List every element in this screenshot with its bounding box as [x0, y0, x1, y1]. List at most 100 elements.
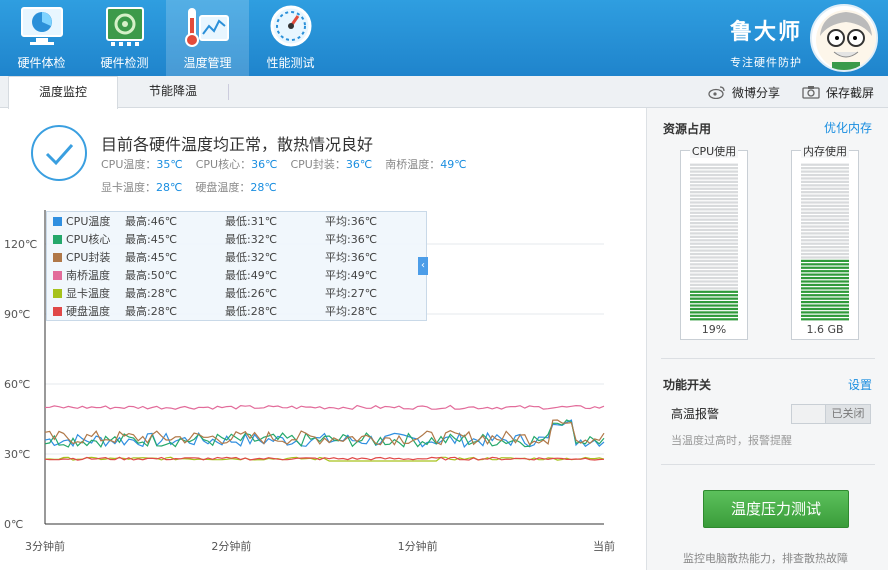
nav-label: 性能测试: [266, 56, 315, 70]
mascot-avatar[interactable]: [810, 4, 878, 72]
optimize-memory-link[interactable]: 优化内存: [824, 119, 872, 136]
gauge-segment: [801, 263, 849, 266]
nav-temperature-management[interactable]: 温度管理: [166, 0, 249, 76]
legend-max: 最高:45℃: [125, 251, 178, 264]
y-tick-label: 0℃: [4, 518, 23, 531]
gauge-segment: [801, 201, 849, 204]
nav-hardware-checkup[interactable]: 硬件体检: [0, 0, 83, 76]
legend-row: 南桥温度 最高:50℃ 最低:49℃ 平均:49℃: [53, 266, 423, 284]
gauge-segment: [801, 191, 849, 194]
gauge-segment: [690, 232, 738, 235]
legend-name: 硬盘温度: [66, 305, 110, 318]
legend-swatch: [53, 216, 62, 226]
legend-swatch: [53, 252, 62, 262]
gauge-segment: [801, 242, 849, 245]
gauge-segment: [690, 191, 738, 194]
gauge-segment: [690, 208, 738, 211]
reading-value: 28℃: [156, 181, 183, 194]
gauge-segment: [801, 252, 849, 256]
brand: 鲁大师 专注硬件防护: [730, 14, 802, 70]
thermometer-icon: [184, 8, 229, 47]
y-tick-label: 30℃: [4, 448, 30, 461]
gauge-segment: [801, 163, 849, 166]
header: 硬件体检 硬件检测 温度管理 性能测试 鲁大师 专注硬件防护: [0, 0, 888, 76]
high-temp-alarm-toggle[interactable]: 已关闭: [791, 404, 871, 424]
mascot-icon: [816, 10, 876, 70]
gauge-segment: [690, 259, 738, 262]
nav-performance-test[interactable]: 性能测试: [249, 0, 332, 76]
panel-divider: [661, 358, 875, 359]
gauge-segment: [801, 314, 849, 317]
legend-name: CPU核心: [66, 233, 111, 246]
legend-avg: 平均:49℃: [325, 269, 378, 282]
gauge-segment: [690, 235, 738, 238]
reading-label: CPU封装：: [290, 158, 346, 171]
tab-energy-saving[interactable]: 节能降温: [118, 76, 228, 108]
legend-avg: 平均:36℃: [325, 251, 378, 264]
legend-max: 最高:45℃: [125, 233, 178, 246]
settings-link[interactable]: 设置: [848, 376, 872, 393]
reading-cpu-temp: CPU温度：35℃: [101, 156, 183, 172]
cpu-usage-label: CPU使用: [689, 145, 739, 158]
gauge-segment: [801, 300, 849, 304]
chart-legend: CPU温度 最高:46℃ 最低:31℃ 平均:36℃ CPU核心 最高:45℃ 最低:32℃…: [46, 211, 427, 321]
tab-divider: [228, 84, 229, 100]
gauge-segment: [690, 252, 738, 256]
high-temp-alarm-label: 高温报警: [671, 407, 720, 421]
reading-gpu-temp: 显卡温度：28℃: [101, 179, 182, 195]
legend-min: 最低:31℃: [225, 215, 278, 228]
collapse-legend-button[interactable]: ‹: [418, 257, 428, 275]
reading-value: 36℃: [251, 158, 278, 171]
gauge-segment: [690, 218, 738, 221]
gauge-segment: [690, 318, 738, 321]
functions-title: 功能开关: [663, 378, 712, 392]
legend-max: 最高:28℃: [125, 287, 178, 300]
monitor-check-icon: [20, 7, 63, 45]
temperature-stress-test-button[interactable]: 温度压力测试: [703, 490, 849, 528]
x-tick-label: 3分钟前: [25, 539, 65, 553]
gauge-segment: [690, 273, 738, 276]
weibo-icon: [708, 86, 725, 99]
gauge-segment: [801, 294, 849, 297]
gauge-segment: [801, 249, 849, 252]
cpu-usage-bars: [690, 163, 738, 321]
weibo-share-button[interactable]: 微博分享: [708, 76, 780, 108]
gauge-segment: [801, 276, 849, 280]
save-screenshot-label: 保存截屏: [826, 85, 875, 100]
legend-min: 最低:32℃: [225, 233, 278, 246]
legend-avg: 平均:36℃: [325, 215, 378, 228]
memory-usage-gauge: 内存使用 1.6 GB: [791, 145, 859, 340]
save-screenshot-button[interactable]: 保存截屏: [802, 76, 874, 108]
legend-avg: 平均:27℃: [325, 287, 378, 300]
nav-hardware-detect[interactable]: 硬件检测: [83, 0, 166, 76]
gauge-segment: [801, 297, 849, 300]
gauge-segment: [690, 197, 738, 201]
gauge-segment: [801, 290, 849, 293]
legend-name: 显卡温度: [66, 287, 110, 300]
gauge-segment: [690, 184, 738, 187]
gauge-segment: [690, 307, 738, 311]
gauge-segment: [690, 201, 738, 204]
gauge-segment: [690, 266, 738, 269]
x-tick-label: 当前: [593, 539, 615, 553]
reading-value: 36℃: [345, 158, 373, 171]
legend-swatch: [53, 234, 62, 244]
gauge-segment: [690, 276, 738, 280]
x-tick-label: 2分钟前: [211, 539, 251, 553]
toggle-knob: [792, 405, 826, 423]
gauge-segment: [801, 187, 849, 190]
reading-cpu-core: CPU核心：36℃: [196, 156, 278, 172]
reading-label: CPU核心：: [195, 158, 252, 171]
gauge-segment: [690, 256, 738, 259]
memory-usage-bars: [801, 163, 849, 321]
gauge-segment: [690, 177, 738, 180]
gauge-segment: [801, 280, 849, 283]
tab-temperature-monitor[interactable]: 温度监控: [8, 76, 118, 109]
reading-cpu-package: CPU封装：36℃: [290, 156, 372, 172]
brand-slogan: 专注硬件防护: [730, 56, 802, 69]
gauge-segment: [690, 167, 738, 170]
cpu-usage-gauge: CPU使用 19%: [680, 145, 748, 340]
nav-label: 温度管理: [183, 56, 232, 70]
legend-min: 最低:49℃: [225, 269, 278, 282]
gauge-segment: [801, 228, 849, 232]
